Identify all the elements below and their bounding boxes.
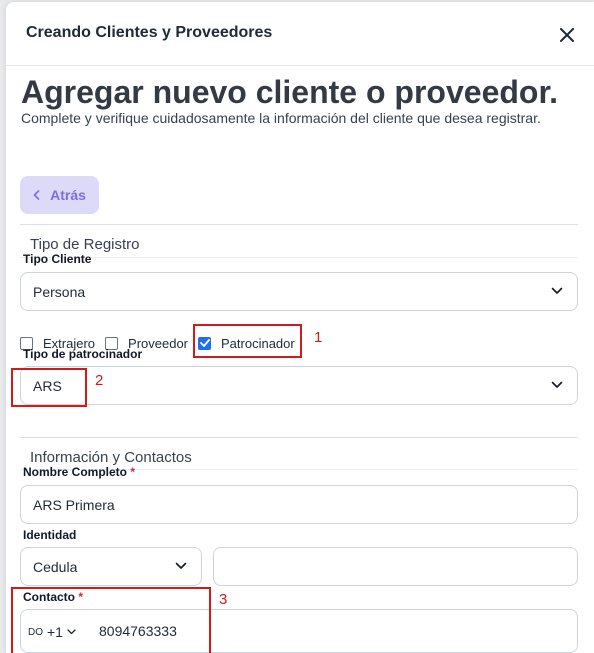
chevron-down-icon: [551, 287, 563, 294]
page-subtitle: Complete y verifique cuidadosamente la i…: [21, 110, 541, 126]
nombre-label-text: Nombre Completo: [23, 465, 128, 479]
annotation-number-1: 1: [314, 329, 323, 346]
chevron-down-icon: [175, 562, 187, 569]
annotation-number-3: 3: [219, 591, 228, 608]
back-button[interactable]: Atrás: [20, 176, 99, 214]
back-button-label: Atrás: [50, 187, 86, 203]
chevron-left-icon: [33, 190, 40, 200]
section-title-contactos: Información y Contactos: [30, 449, 192, 466]
close-button[interactable]: [556, 24, 578, 46]
required-marker: *: [130, 465, 136, 479]
annotation-box-1: [193, 324, 302, 358]
tipo-cliente-value: Persona: [33, 283, 86, 300]
tipo-cliente-select[interactable]: Persona: [20, 272, 578, 311]
identidad-type-select[interactable]: Cedula: [20, 547, 202, 586]
modal-title: Creando Clientes y Proveedores: [26, 24, 273, 41]
identidad-label: Identidad: [23, 528, 77, 542]
tipo-cliente-label: Tipo Cliente: [23, 252, 92, 266]
identidad-type-value: Cedula: [33, 558, 78, 575]
section-subdivider: [20, 257, 578, 258]
create-client-modal: Creando Clientes y Proveedores Agregar n…: [6, 2, 594, 653]
tipo-patrocinador-select[interactable]: ARS: [20, 366, 578, 405]
annotation-box-3: [11, 587, 211, 653]
tipo-patrocinador-label: Tipo de patrocinador: [23, 347, 143, 361]
nombre-completo-input[interactable]: ARS Primera: [20, 485, 578, 524]
annotation-number-2: 2: [95, 372, 104, 389]
chevron-down-icon: [551, 381, 563, 388]
section-divider: [20, 437, 578, 438]
section-title-registro: Tipo de Registro: [30, 236, 140, 253]
page-title: Agregar nuevo cliente o proveedor.: [21, 74, 559, 110]
identidad-number-input[interactable]: [213, 547, 578, 586]
close-icon: [560, 28, 574, 42]
section-divider: [20, 224, 578, 225]
annotation-box-2: [11, 368, 87, 407]
modal-header: Creando Clientes y Proveedores: [6, 2, 594, 66]
nombre-completo-label: Nombre Completo *: [23, 465, 135, 479]
nombre-value: ARS Primera: [33, 496, 115, 513]
